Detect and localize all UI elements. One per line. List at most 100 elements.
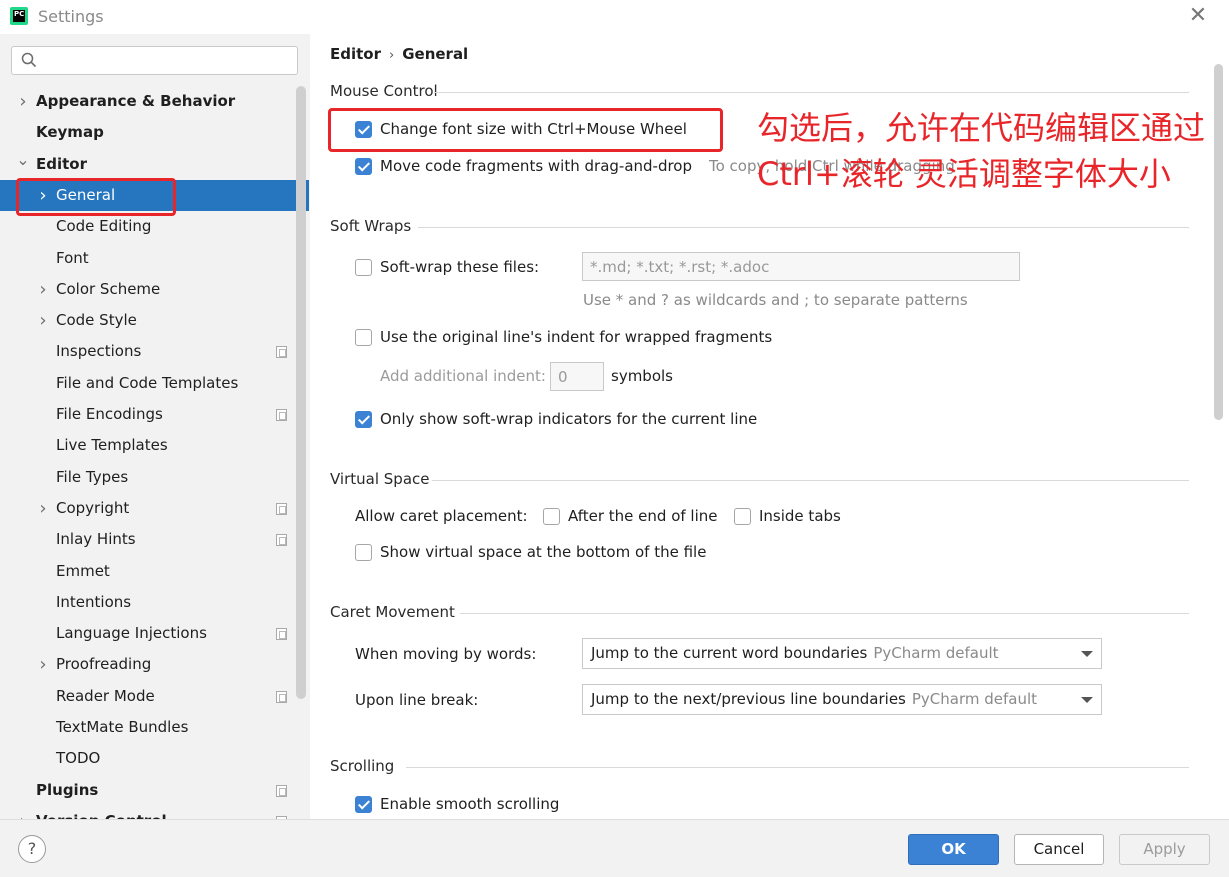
after-end-of-line-checkbox[interactable] xyxy=(543,508,560,525)
chevron-down-icon[interactable]: ⌄ xyxy=(16,144,30,175)
sidebar-item-color-scheme[interactable]: › Color Scheme xyxy=(0,274,309,305)
inside-tabs-label: Inside tabs xyxy=(759,507,841,525)
project-settings-icon xyxy=(276,346,287,358)
sidebar-item-label: Font xyxy=(56,249,89,267)
sidebar-item-live-templates[interactable]: Live Templates xyxy=(0,430,309,461)
help-button[interactable]: ? xyxy=(18,835,46,863)
sidebar-scrollbar[interactable] xyxy=(296,86,306,699)
breadcrumb-parent[interactable]: Editor xyxy=(330,45,381,63)
additional-indent-label: Add additional indent: xyxy=(380,367,546,385)
project-settings-icon xyxy=(276,691,287,703)
additional-indent-input[interactable]: 0 xyxy=(550,362,604,391)
annotation-highlight-font-option xyxy=(328,108,723,152)
sidebar-item-label: Inspections xyxy=(56,342,142,360)
sidebar-item-reader-mode[interactable]: Reader Mode xyxy=(0,681,309,712)
settings-search-input[interactable] xyxy=(11,46,298,75)
project-settings-icon xyxy=(276,503,287,515)
sidebar-item-inspections[interactable]: Inspections xyxy=(0,336,309,367)
sidebar-item-inlay-hints[interactable]: Inlay Hints xyxy=(0,524,309,555)
breadcrumb-separator: › xyxy=(389,48,395,63)
chevron-right-icon[interactable]: › xyxy=(16,86,30,117)
chevron-right-icon[interactable]: › xyxy=(36,493,50,524)
search-icon xyxy=(21,52,37,68)
sidebar-item-label: TODO xyxy=(56,749,101,767)
sidebar-item-plugins[interactable]: Plugins xyxy=(0,775,309,806)
sidebar-item-label: Keymap xyxy=(36,123,104,141)
annotation-text-line2: Ctrl+滚轮 灵活调整字体大小 xyxy=(757,155,1171,193)
project-settings-icon xyxy=(276,534,287,546)
sidebar-item-font[interactable]: Font xyxy=(0,243,309,274)
section-virtual-space-title: Virtual Space xyxy=(330,470,430,488)
sidebar-item-label: Color Scheme xyxy=(56,280,161,298)
section-divider xyxy=(434,92,1189,93)
sidebar-item-file-types[interactable]: File Types xyxy=(0,462,309,493)
original-indent-checkbox[interactable] xyxy=(355,329,372,346)
chevron-right-icon[interactable]: › xyxy=(36,305,50,336)
moving-by-words-select[interactable]: Jump to the current word boundaries PyCha… xyxy=(582,638,1102,669)
sidebar-item-proofreading[interactable]: › Proofreading xyxy=(0,649,309,680)
sidebar-item-label: Reader Mode xyxy=(56,687,155,705)
section-caret-movement-title: Caret Movement xyxy=(330,603,455,621)
line-break-select[interactable]: Jump to the next/previous line boundarie… xyxy=(582,684,1102,715)
content-scrollbar[interactable] xyxy=(1214,64,1223,420)
settings-sidebar: › Appearance & Behavior Keymap ⌄ Editor › Gene… xyxy=(0,34,310,819)
chevron-right-icon[interactable]: › xyxy=(16,806,30,819)
sidebar-item-emmet[interactable]: Emmet xyxy=(0,556,309,587)
sidebar-item-label: Version Control xyxy=(36,806,167,819)
project-settings-icon xyxy=(276,628,287,640)
ok-button[interactable]: OK xyxy=(908,834,999,865)
chevron-down-icon xyxy=(1081,697,1093,703)
apply-button[interactable]: Apply xyxy=(1119,834,1210,865)
sidebar-item-keymap[interactable]: Keymap xyxy=(0,117,309,148)
sidebar-item-textmate-bundles[interactable]: TextMate Bundles xyxy=(0,712,309,743)
sidebar-item-editor[interactable]: ⌄ Editor xyxy=(0,149,309,180)
section-divider xyxy=(460,613,1189,614)
sidebar-item-intentions[interactable]: Intentions xyxy=(0,587,309,618)
drag-drop-checkbox[interactable] xyxy=(355,158,372,175)
section-divider xyxy=(406,767,1189,768)
annotation-text-line1: 勾选后，允许在代码编辑区通过 xyxy=(757,109,1206,147)
sidebar-item-label: Inlay Hints xyxy=(56,530,136,548)
chevron-down-icon xyxy=(1081,651,1093,657)
chevron-right-icon[interactable]: › xyxy=(36,649,50,680)
sidebar-item-language-injections[interactable]: Language Injections xyxy=(0,618,309,649)
cancel-button[interactable]: Cancel xyxy=(1014,834,1104,865)
section-divider xyxy=(418,227,1189,228)
pycharm-logo-icon: PC xyxy=(10,7,28,25)
moving-by-words-value: Jump to the current word boundaries xyxy=(591,644,868,662)
dialog-footer: ? OK Cancel Apply xyxy=(0,819,1229,877)
drag-drop-label: Move code fragments with drag-and-drop xyxy=(380,157,693,175)
sidebar-item-label: TextMate Bundles xyxy=(56,718,189,736)
close-icon[interactable]: ✕ xyxy=(1186,4,1210,28)
section-mouse-control-title: Mouse Control xyxy=(330,82,438,100)
breadcrumb-current: General xyxy=(402,45,469,63)
sidebar-item-file-and-code-templates[interactable]: File and Code Templates xyxy=(0,368,309,399)
virtual-space-bottom-checkbox[interactable] xyxy=(355,544,372,561)
chevron-right-icon[interactable]: › xyxy=(36,274,50,305)
sidebar-item-label: Live Templates xyxy=(56,436,168,454)
window-title: Settings xyxy=(38,7,104,26)
sidebar-item-copyright[interactable]: › Copyright xyxy=(0,493,309,524)
moving-by-words-label: When moving by words: xyxy=(355,645,537,663)
soft-wrap-indicators-checkbox[interactable] xyxy=(355,411,372,428)
sidebar-item-version-control[interactable]: › Version Control xyxy=(0,806,309,819)
soft-wrap-indicators-label: Only show soft-wrap indicators for the c… xyxy=(380,410,758,428)
sidebar-item-file-encodings[interactable]: File Encodings xyxy=(0,399,309,430)
after-end-of-line-label: After the end of line xyxy=(568,507,718,525)
soft-wrap-patterns-input[interactable]: *.md; *.txt; *.rst; *.adoc xyxy=(582,252,1020,281)
sidebar-item-code-style[interactable]: › Code Style xyxy=(0,305,309,336)
moving-by-words-default: PyCharm default xyxy=(873,644,999,662)
smooth-scrolling-checkbox[interactable] xyxy=(355,796,372,813)
sidebar-item-label: Language Injections xyxy=(56,624,207,642)
soft-wrap-files-label: Soft-wrap these files: xyxy=(380,258,540,276)
soft-wrap-files-checkbox[interactable] xyxy=(355,259,372,276)
sidebar-item-label: Intentions xyxy=(56,593,132,611)
sidebar-item-label: Editor xyxy=(36,155,87,173)
sidebar-item-todo[interactable]: TODO xyxy=(0,743,309,774)
original-indent-label: Use the original line's indent for wrapp… xyxy=(380,328,773,346)
inside-tabs-checkbox[interactable] xyxy=(734,508,751,525)
sidebar-item-label: Copyright xyxy=(56,499,130,517)
sidebar-item-appearance-behavior[interactable]: › Appearance & Behavior xyxy=(0,86,309,117)
app-logo-text: PC xyxy=(13,10,25,22)
sidebar-item-label: Code Style xyxy=(56,311,137,329)
